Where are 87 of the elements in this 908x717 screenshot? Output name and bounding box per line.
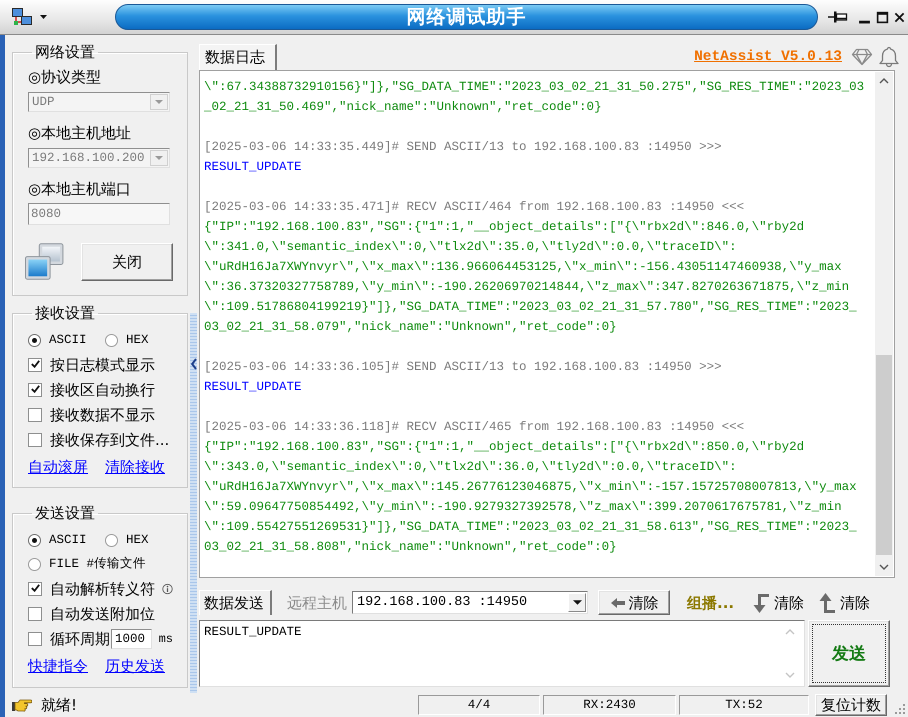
group-title: 网络设置 <box>34 43 96 61</box>
log-header: [2025-03-06 14:33:36.105]# SEND ASCII/13 to 192.168.100.83 :14950 >>> <box>204 359 723 376</box>
send-tab[interactable]: 数据发送 <box>199 590 272 615</box>
checkbox-label: 自动发送附加位 <box>50 604 155 622</box>
send-button[interactable]: 发送 <box>808 620 890 687</box>
radio-button[interactable] <box>105 334 118 346</box>
left-arrow-icon <box>610 596 626 608</box>
settings-link[interactable]: 快捷指令 <box>28 657 88 675</box>
field-label: ◎本地主机端口 <box>28 179 132 199</box>
caret-down-icon[interactable] <box>40 15 47 19</box>
scrollbar[interactable] <box>875 72 893 576</box>
caret-down-icon <box>572 600 582 605</box>
checkbox[interactable] <box>28 606 42 620</box>
info-icon[interactable] <box>162 582 173 596</box>
checkbox[interactable] <box>28 582 42 596</box>
scrollbar-thumb[interactable] <box>876 355 892 555</box>
remote-host-dropdown[interactable]: 192.168.100.83 :14950 <box>352 591 588 614</box>
settings-link[interactable]: 自动滚屏 <box>28 458 88 476</box>
radio-button[interactable] <box>28 558 41 570</box>
caret-down-icon <box>155 156 163 160</box>
reset-counter-button[interactable]: 复位计数 <box>815 694 887 716</box>
checkbox[interactable] <box>28 632 42 646</box>
log-header: [2025-03-06 14:33:35.449]# SEND ASCII/13 to 192.168.100.83 :14950 >>> <box>204 139 723 156</box>
log-message: RESULT_UPDATE <box>204 379 303 396</box>
unit-label: ms <box>158 630 173 648</box>
radio-button[interactable] <box>28 534 41 546</box>
log-message: \":67.34388732910156}"]},"SG_DATA_TIME":"2023_03_02_21_31_50.275","SG_RES_TIME":"2023_03 _02_21_31_50.469","nick_name":"Unknown","ret_code":0} <box>204 79 866 116</box>
scroll-up-icon <box>784 629 794 635</box>
clear-send-button[interactable]: 清除 <box>818 590 870 615</box>
scroll-down-icon[interactable] <box>879 564 889 570</box>
settings-link[interactable]: 清除接收 <box>105 458 165 476</box>
network-computers-icon[interactable] <box>12 8 32 26</box>
clear-button[interactable]: 清除 <box>598 590 670 615</box>
rx-counter: RX:2430 <box>543 695 676 715</box>
pushpin-icon[interactable] <box>828 11 848 23</box>
status-message: 就绪! <box>41 696 78 714</box>
remote-host-label: 远程主机 <box>287 594 347 612</box>
checkbox-label: 接收区自动换行 <box>50 380 155 398</box>
log-header: [2025-03-06 14:33:36.118]# RECV ASCII/465 from 192.168.100.83 :14950 <<< <box>204 419 746 436</box>
multicast-link[interactable]: 组播... <box>687 594 734 612</box>
checkbox-label: 接收数据不显示 <box>50 406 155 424</box>
counter-cell: 4/4 <box>418 695 540 715</box>
checkbox[interactable] <box>28 408 42 422</box>
maximize-icon[interactable] <box>876 10 889 24</box>
radio-label: ASCII <box>49 532 87 549</box>
radio-label: HEX <box>126 332 149 349</box>
checkbox-label: 接收保存到文件... <box>50 430 170 448</box>
down-turn-arrow-icon <box>752 592 770 614</box>
checkbox-label: 按日志模式显示 <box>50 356 155 374</box>
log-message: {"IP":"192.168.100.83","SG":{"1":1,"__object_details":["{\"rbx2d\":846.0,\"rby2d \":341.0,\"semantic_index\":0,\"tlx2d\":35.0,\"tly2d\":0.0,\"traceID\": \"uRdH16Ja7XWYnvyr\",\"x_max\":136.966064453125,\"x_min\":-156.43051147460938,\"y_max \":36.37320327758789,\"y_min\":-190.26206970214844,\"z_max\":347.8270263671875,\"z_min \":109.51786804199219}"]},"SG_DATA_TIME":"2023_03_02_21_31_57.780","SG_RES_TIME":"2023_ 03_02_21_31_58.079","nick_name":"Unknown","ret_code":0} <box>204 219 858 336</box>
diamond-icon[interactable] <box>851 48 873 66</box>
caret-down-icon <box>155 100 163 104</box>
field-label: ◎协议类型 <box>28 67 102 87</box>
scroll-up-icon[interactable] <box>879 78 889 84</box>
monitors-icon <box>25 242 64 280</box>
radio-label: ASCII <box>49 332 87 349</box>
checkbox[interactable] <box>28 358 42 372</box>
radio-button[interactable] <box>28 334 41 346</box>
log-tab[interactable]: 数据日志 <box>199 44 277 70</box>
connect-button[interactable]: 关闭 <box>81 242 173 280</box>
clear-receive-button[interactable]: 清除 <box>752 590 804 615</box>
tx-counter: TX:52 <box>679 695 809 715</box>
up-turn-arrow-icon <box>818 592 836 614</box>
caret-left-icon[interactable] <box>190 358 196 370</box>
group-title: 发送设置 <box>34 504 96 522</box>
window-title: 网络调试助手 <box>406 6 526 28</box>
checkbox[interactable] <box>28 432 42 446</box>
log-header: [2025-03-06 14:33:35.471]# RECV ASCII/464 from 192.168.100.83 :14950 <<< <box>204 199 746 216</box>
scroll-down-icon <box>784 672 794 678</box>
radio-label: HEX <box>126 532 149 549</box>
radio-label: FILE #传输文件 <box>49 556 146 573</box>
group-title: 接收设置 <box>34 304 96 322</box>
checkbox-label: 自动解析转义符 <box>50 580 155 598</box>
resize-grip-icon[interactable] <box>892 701 906 715</box>
settings-link[interactable]: 历史发送 <box>105 657 165 675</box>
bell-icon[interactable] <box>878 46 900 68</box>
log-message: {"IP":"192.168.100.83","SG":{"1":1,"__object_details":["{\"rbx2d\":850.0,\"rby2d \":343.0,\"semantic_index\":0,\"tlx2d\":36.0,\"tly2d\":0.0,\"traceID\": \"uRdH16Ja7XWYnvyr\",\"x_max\":145.26776123046875,\"x_min\":-157.15725708007813,\"y_max \":59.09647750854492,\"y_min\":-190.9279327392578,\"z_max\":399.2070617675781,\"z_min \":109.55427551269531}"]},"SG_DATA_TIME":"2023_03_02_21_31_58.613","SG_RES_TIME":"2023_ 03_02_21_31_58.808","nick_name":"Unknown","ret_code":0} <box>204 439 858 556</box>
field-label: ◎本地主机地址 <box>28 123 132 143</box>
checkbox-label: 循环周期 <box>50 630 110 648</box>
checkbox[interactable] <box>28 382 42 396</box>
period-field[interactable]: 1000 <box>111 628 152 648</box>
log-message: RESULT_UPDATE <box>204 159 303 176</box>
close-icon[interactable] <box>894 12 905 22</box>
pointing-hand-icon <box>12 698 32 712</box>
radio-button[interactable] <box>105 534 118 546</box>
splitter-handle[interactable] <box>190 313 197 693</box>
message-field[interactable]: RESULT_UPDATE <box>199 620 805 687</box>
